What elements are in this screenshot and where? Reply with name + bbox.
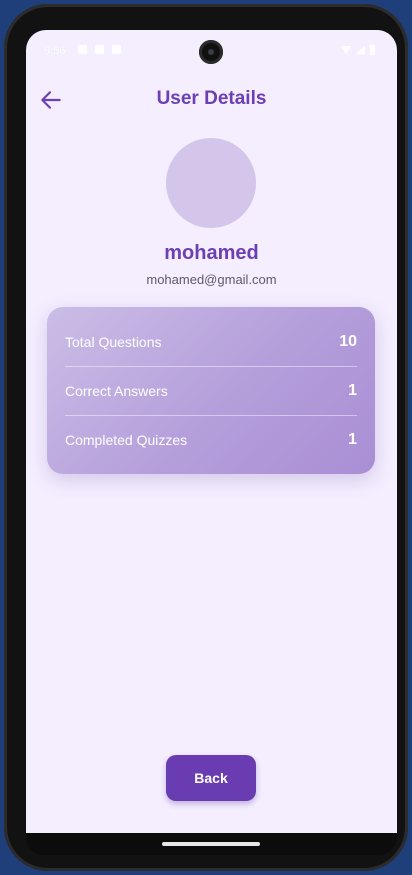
stat-value: 10	[339, 333, 357, 350]
page-title: User Details	[156, 88, 267, 109]
stats-card: Total Questions 10 Correct Answers 1 Com…	[47, 307, 375, 474]
stat-row-completed-quizzes: Completed Quizzes 1	[65, 416, 357, 464]
wifi-icon	[341, 46, 351, 54]
app-bar: User Details	[26, 80, 397, 120]
system-icons	[341, 45, 375, 55]
stat-label: Completed Quizzes	[65, 432, 188, 448]
app-screen: 9:56 User Details mohamed mohamed@gmail.…	[26, 30, 397, 833]
avatar	[166, 138, 256, 228]
phone-frame: 9:56 User Details mohamed mohamed@gmail.…	[4, 4, 408, 871]
stat-row-correct-answers: Correct Answers 1	[65, 367, 357, 415]
stat-value: 1	[348, 382, 357, 399]
stat-value: 1	[348, 431, 357, 448]
app-notification-icon	[112, 45, 121, 54]
battery-icon	[370, 45, 375, 55]
status-time: 9:56	[44, 45, 66, 57]
sd-card-icon	[95, 45, 104, 54]
back-button[interactable]: Back	[166, 755, 256, 801]
front-camera	[199, 40, 223, 64]
navigation-bar	[26, 833, 397, 855]
stat-label: Correct Answers	[65, 383, 168, 399]
notification-icons	[78, 45, 121, 54]
notification-icon	[78, 45, 87, 54]
signal-icon	[356, 45, 365, 55]
stat-label: Total Questions	[65, 334, 162, 350]
home-indicator[interactable]	[162, 842, 260, 846]
status-bar: 9:56	[26, 30, 397, 72]
stat-row-total-questions: Total Questions 10	[65, 318, 357, 366]
user-email: mohamed@gmail.com	[146, 272, 277, 287]
user-name: mohamed	[164, 242, 259, 264]
